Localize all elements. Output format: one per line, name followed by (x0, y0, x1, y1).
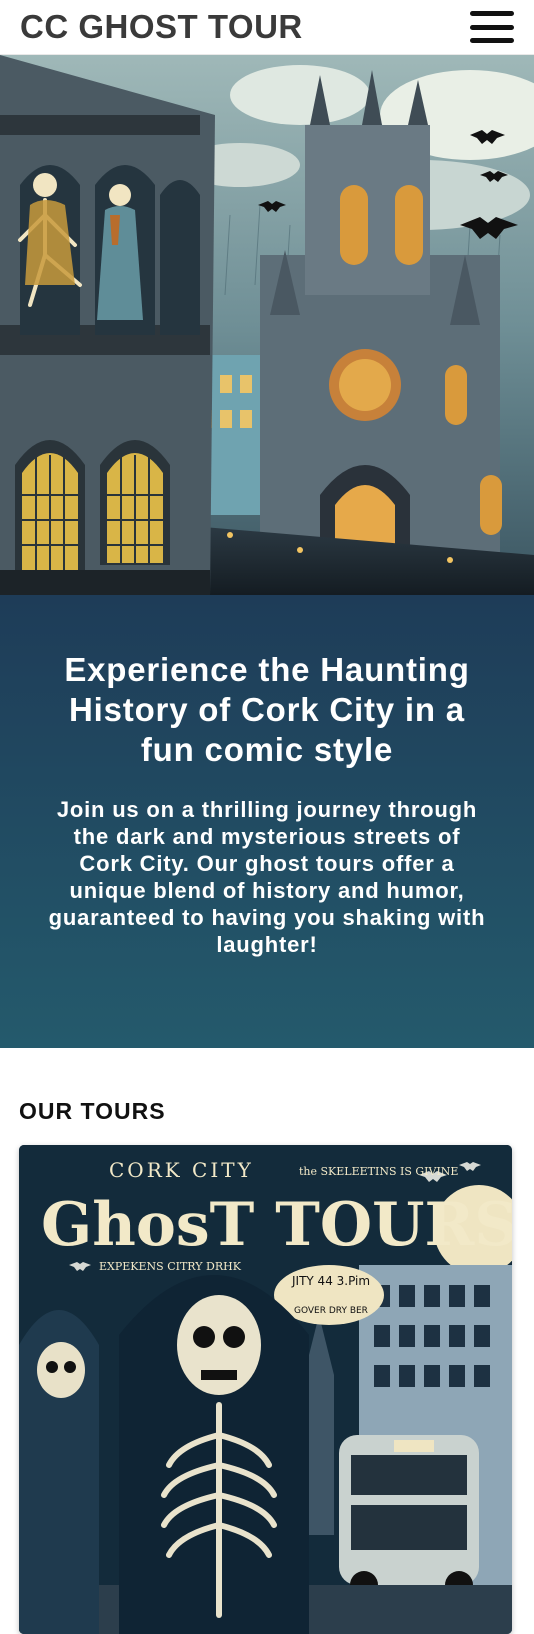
intro-section: Experience the Haunting History of Cork … (0, 595, 534, 1048)
tour-card[interactable]: CORK CITY the SKELEETINS IS GIVINE GhosT… (19, 1145, 512, 1634)
poster-title-text: GhosT TOURS (41, 1190, 512, 1260)
poster-bubble-text-1: JITY 44 3.Pim (291, 1274, 370, 1288)
menu-bar (470, 24, 514, 30)
intro-description: Join us on a thrilling journey through t… (48, 797, 486, 957)
menu-bar (470, 38, 514, 43)
poster-side-text: the SKELEETINS IS GIVINE (299, 1165, 458, 1178)
poster-top-text: CORK CITY (109, 1158, 254, 1182)
site-header: CC GHOST TOUR (0, 0, 534, 55)
gothic-cathedral-illustration (0, 55, 534, 595)
site-logo-text[interactable]: CC GHOST TOUR (20, 8, 303, 46)
tours-heading: OUR TOURS (19, 1098, 166, 1124)
ghost-tours-poster-image: CORK CITY the SKELEETINS IS GIVINE GhosT… (19, 1145, 512, 1634)
poster-sub-text: EXPEKENS CITRY DRHK (99, 1260, 242, 1273)
intro-heading: Experience the Haunting History of Cork … (64, 651, 470, 768)
hero-image (0, 55, 534, 595)
menu-bar (470, 11, 514, 16)
poster-bubble-text-2: GOVER DRY BER (294, 1306, 368, 1316)
hamburger-menu-icon[interactable] (470, 8, 514, 46)
tours-section: OUR TOURS CORK CITY the SKELEETINS IS GI… (0, 1048, 534, 1634)
